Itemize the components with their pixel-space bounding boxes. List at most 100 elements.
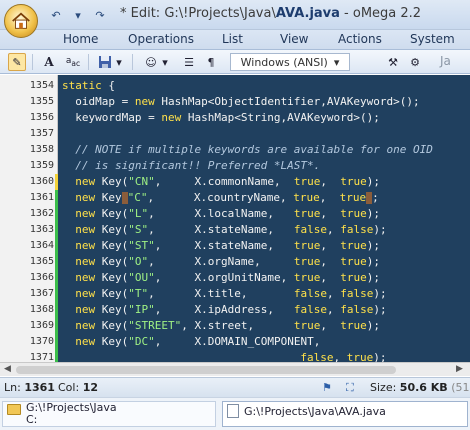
tab-home[interactable]: Home xyxy=(63,32,98,46)
code-line[interactable]: new Key("ST", X.stateName, true, true); xyxy=(62,238,470,254)
change-marker xyxy=(55,318,58,334)
code-editor[interactable]: 1354 1355 1356 1357 1358 1359 1360 1361 1362 1363… xyxy=(0,75,470,362)
font-icon[interactable]: A xyxy=(40,53,58,71)
code-token: true xyxy=(340,271,367,284)
save-icon[interactable] xyxy=(96,53,114,71)
code-token: Key( xyxy=(95,335,129,348)
code-token: "ST" xyxy=(128,239,155,252)
line-number: 1364 xyxy=(29,240,54,251)
options-icon[interactable]: ⚙ xyxy=(406,53,424,71)
code-line[interactable]: new Key("OU", X.orgUnitName, true, true)… xyxy=(62,270,470,286)
code-token: , X.countryName, xyxy=(147,191,294,204)
pilcrow-icon[interactable]: ¶ xyxy=(202,53,220,71)
toolbar-right-text: Ja xyxy=(440,54,451,68)
status-bar: Ln: 1361 Col: 12 ⚑ ⛶ Size: 50.6 KB (51 xyxy=(0,377,470,397)
code-line[interactable]: // is significant!! Preferred *LAST*. xyxy=(62,158,470,174)
scroll-right-arrow-icon[interactable]: ▶ xyxy=(456,364,463,374)
code-line[interactable]: new Key("T", X.title, false, false); xyxy=(62,286,470,302)
code-token: , xyxy=(320,239,341,252)
line-number: 1371 xyxy=(29,352,54,362)
code-token: ; xyxy=(372,191,379,204)
code-line[interactable]: new Key("O", X.orgName, true, true); xyxy=(62,254,470,270)
code-token: ); xyxy=(366,319,380,332)
redo-icon[interactable]: ↷ xyxy=(92,7,108,23)
smiley-dropdown-arrow-icon[interactable]: ▾ xyxy=(160,53,170,71)
code-line[interactable]: keywordMap = new HashMap<String,AVAKeywo… xyxy=(62,110,470,126)
col-indicator: Col: 12 xyxy=(58,381,98,394)
code-line[interactable]: new Key("IP", X.ipAddress, false, false)… xyxy=(62,302,470,318)
tab-actions[interactable]: Actions xyxy=(338,32,382,46)
code-token: new xyxy=(75,239,96,252)
change-marker xyxy=(55,222,58,238)
doc-tab-file[interactable]: G:\!Projects\Java\AVA.java xyxy=(222,401,468,427)
code-token: true xyxy=(340,175,367,188)
code-line[interactable]: new Key("L", X.localName, true, true); xyxy=(62,206,470,222)
bookmark-icon[interactable]: ⚑ xyxy=(322,381,332,394)
code-token: "O" xyxy=(128,255,149,268)
doc-tab-folder[interactable]: G:\!Projects\Java C: xyxy=(2,401,216,427)
tab-list[interactable]: List xyxy=(222,32,243,46)
code-line[interactable]: new Key("STREET", X.street, true, true); xyxy=(62,318,470,334)
title-app: - oMega 2.2 xyxy=(339,6,422,21)
scrollbar-thumb[interactable] xyxy=(16,366,396,374)
tab-operations[interactable]: Operations xyxy=(128,32,194,46)
code-token: ); xyxy=(373,287,387,300)
save-dropdown-arrow-icon[interactable]: ▾ xyxy=(114,53,124,71)
code-line[interactable]: new Key("CN", X.commonName, true, true); xyxy=(62,174,470,190)
code-line[interactable]: new Key("DC", X.DOMAIN_COMPONENT, xyxy=(62,334,470,350)
change-marker xyxy=(55,190,58,206)
line-number: 1356 xyxy=(29,112,54,123)
code-token: true xyxy=(346,351,374,362)
code-token: HashMap<ObjectIdentifier,AVAKeyword>(); xyxy=(154,95,420,108)
line-number: 1361 xyxy=(29,192,54,203)
code-token: new xyxy=(75,175,96,188)
tools-icon[interactable]: ⚒ xyxy=(384,53,402,71)
code-token: , xyxy=(326,223,341,236)
code-token: Key( xyxy=(95,175,129,188)
undo-icon[interactable]: ↶ xyxy=(48,7,64,23)
code-token: // is significant!! Preferred *LAST*. xyxy=(62,159,321,172)
change-marker xyxy=(55,334,58,350)
smiley-icon[interactable]: ☺ xyxy=(142,53,160,71)
code-line[interactable]: oidMap = new HashMap<ObjectIdentifier,AV… xyxy=(62,94,470,110)
convert-case-icon[interactable]: aac xyxy=(64,53,82,71)
toolbar: ✎ A aac ▾ ☺ ▾ ☰ ¶ Windows (ANSI) ▾ ⚒ ⚙ J… xyxy=(0,50,470,74)
line-number: 1365 xyxy=(29,256,54,267)
code-token: true xyxy=(293,175,321,188)
quick-access-toolbar: ↶ ▾ ↷ xyxy=(48,6,108,24)
code-line[interactable]: new Key("S", X.stateName, false, false); xyxy=(62,222,470,238)
code-token: , X.orgUnitName, xyxy=(154,271,294,284)
code-token: true xyxy=(340,207,367,220)
toolbar-separator xyxy=(88,54,89,70)
code-token: , X.DOMAIN_COMPONENT, xyxy=(154,335,321,348)
app-menu-button[interactable] xyxy=(4,4,38,38)
code-token: ); xyxy=(373,303,387,316)
change-marker xyxy=(55,286,58,302)
code-token: true xyxy=(340,239,367,252)
code-line[interactable]: // NOTE if multiple keywords are availab… xyxy=(62,142,470,158)
code-token: Key( xyxy=(95,319,129,332)
tab-system[interactable]: System xyxy=(410,32,455,46)
edit-mode-icon[interactable]: ✎ xyxy=(8,53,26,71)
ribbon-tabs: Home Operations List View Actions System xyxy=(0,30,470,50)
dropdown-arrow-icon[interactable]: ▾ xyxy=(70,7,86,23)
code-token: new xyxy=(161,111,182,124)
network-icon[interactable]: ⛶ xyxy=(346,381,354,395)
format-icon[interactable]: ☰ xyxy=(180,53,198,71)
code-token: "IP" xyxy=(128,303,155,316)
code-line[interactable]: new Key "C", X.countryName, true, true; xyxy=(62,190,470,206)
code-token: oidMap = xyxy=(62,95,135,108)
code-line[interactable]: static { xyxy=(62,78,470,94)
code-token: new xyxy=(75,255,96,268)
tab-view[interactable]: View xyxy=(280,32,308,46)
code-line[interactable]: false, true); xyxy=(62,350,470,362)
code-token: Key( xyxy=(95,287,129,300)
size-value: 50.6 KB xyxy=(399,381,448,394)
code-token: , xyxy=(320,207,341,220)
encoding-select[interactable]: Windows (ANSI) ▾ xyxy=(230,53,350,71)
code-token: false xyxy=(293,223,327,236)
scroll-left-arrow-icon[interactable]: ◀ xyxy=(4,364,11,374)
horizontal-scrollbar[interactable]: ◀ ▶ xyxy=(0,362,470,376)
